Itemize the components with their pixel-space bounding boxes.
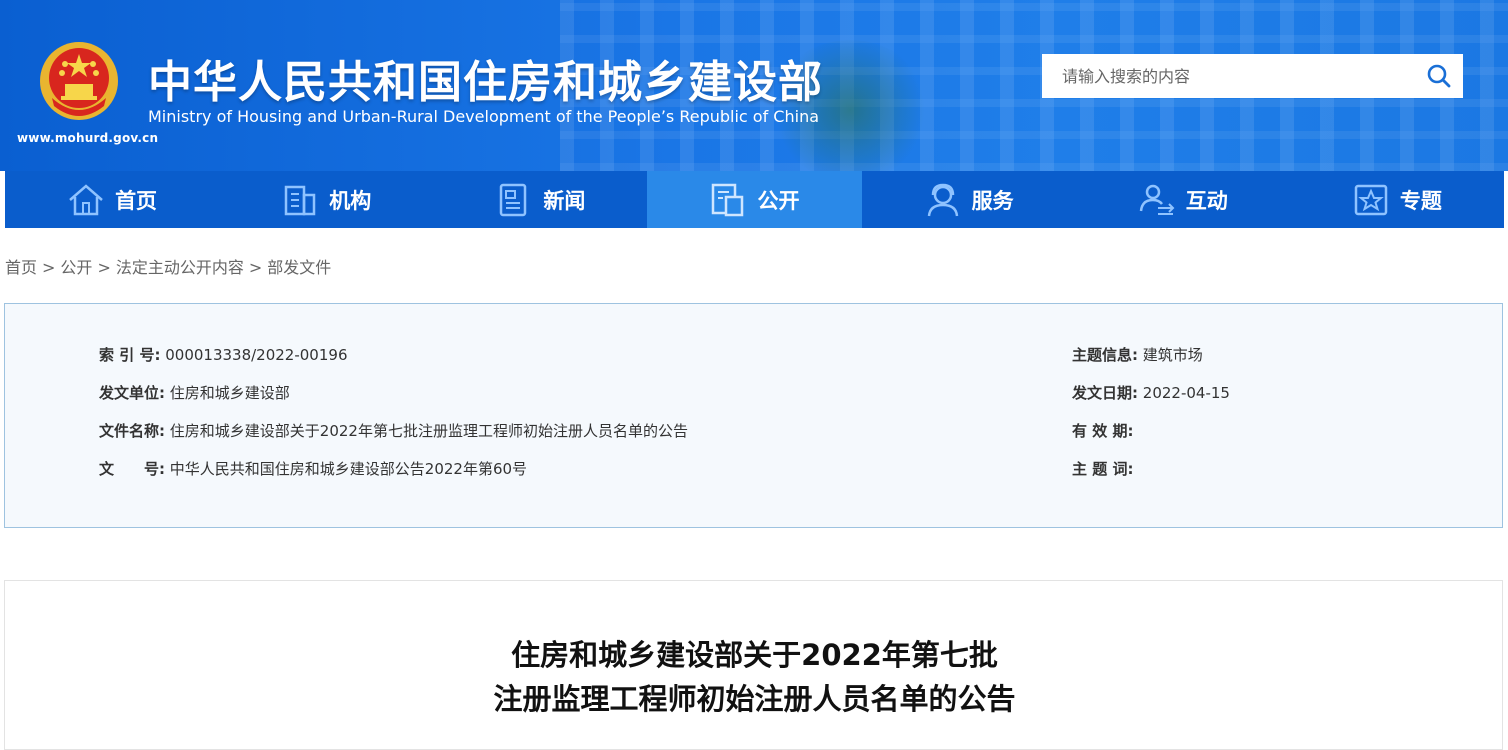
building-icon xyxy=(284,185,316,215)
document-info-box: 索 引 号: 000013338/2022-00196 发文单位: 住房和城乡建… xyxy=(4,303,1503,528)
info-label: 主题信息: xyxy=(1072,346,1138,364)
document-icon xyxy=(712,183,744,216)
info-label: 有 效 期: xyxy=(1072,422,1134,440)
info-label: 文 号: xyxy=(99,460,165,478)
breadcrumb: 首页 > 公开 > 法定主动公开内容 > 部发文件 xyxy=(5,254,331,278)
nav-item-organization[interactable]: 机构 xyxy=(219,171,433,228)
info-label: 文件名称: xyxy=(99,422,165,440)
info-value: 中华人民共和国住房和城乡建设部公告2022年第60号 xyxy=(169,460,528,478)
info-issue-date: 发文日期: 2022-04-15 xyxy=(1072,382,1230,403)
info-value: 住房和城乡建设部关于2022年第七批注册监理工程师初始注册人员名单的公告 xyxy=(169,422,688,440)
info-label: 发文单位: xyxy=(99,384,165,402)
nav-item-service[interactable]: 服务 xyxy=(862,171,1076,228)
breadcrumb-statutory-content[interactable]: 法定主动公开内容 xyxy=(116,258,244,277)
search-icon[interactable] xyxy=(1425,62,1453,90)
info-keywords: 主 题 词: xyxy=(1072,458,1133,479)
nav-label-service: 服务 xyxy=(971,188,1014,213)
interaction-icon xyxy=(1139,184,1175,215)
site-header: www.mohurd.gov.cn 中华人民共和国住房和城乡建设部 Minist… xyxy=(0,0,1508,171)
info-document-number: 文 号: 中华人民共和国住房和城乡建设部公告2022年第60号 xyxy=(99,458,527,479)
news-icon xyxy=(500,183,527,216)
info-label: 发文日期: xyxy=(1072,384,1138,402)
article-title-line: 住房和城乡建设部关于2022年第七批 xyxy=(511,638,998,672)
nav-label-special: 专题 xyxy=(1399,188,1442,213)
nav-item-home[interactable]: 首页 xyxy=(5,171,219,228)
info-validity: 有 效 期: xyxy=(1072,420,1133,441)
info-subject: 主题信息: 建筑市场 xyxy=(1072,344,1203,365)
home-icon xyxy=(69,183,103,215)
service-icon xyxy=(927,183,958,216)
nav-item-news[interactable]: 新闻 xyxy=(433,171,647,228)
main-nav: 首页 机构 新闻 公开 服务 互动 专题 xyxy=(5,171,1504,228)
site-title-english: Ministry of Housing and Urban-Rural Deve… xyxy=(148,107,820,126)
nav-label-home: 首页 xyxy=(115,188,158,213)
breadcrumb-separator: > xyxy=(42,258,56,277)
star-icon xyxy=(1354,184,1388,215)
site-title-chinese: 中华人民共和国住房和城乡建设部 xyxy=(148,57,823,108)
site-url: www.mohurd.gov.cn xyxy=(17,131,159,145)
article-container: 住房和城乡建设部关于2022年第七批 注册监理工程师初始注册人员名单的公告 xyxy=(4,580,1503,750)
nav-item-special[interactable]: 专题 xyxy=(1290,171,1504,228)
nav-label-organization: 机构 xyxy=(329,188,372,213)
national-emblem-icon xyxy=(40,42,118,120)
nav-item-interaction[interactable]: 互动 xyxy=(1076,171,1290,228)
info-value: 住房和城乡建设部 xyxy=(169,384,290,402)
breadcrumb-separator: > xyxy=(97,258,111,277)
breadcrumb-home[interactable]: 首页 xyxy=(5,258,37,277)
info-filename: 文件名称: 住房和城乡建设部关于2022年第七批注册监理工程师初始注册人员名单的… xyxy=(99,420,688,441)
search-box xyxy=(1042,54,1463,98)
search-input[interactable] xyxy=(1042,54,1422,98)
info-issuer: 发文单位: 住房和城乡建设部 xyxy=(99,382,290,403)
info-index-number: 索 引 号: 000013338/2022-00196 xyxy=(99,344,347,365)
breadcrumb-ministry-documents[interactable]: 部发文件 xyxy=(267,258,331,277)
breadcrumb-public[interactable]: 公开 xyxy=(60,258,92,277)
nav-label-interaction: 互动 xyxy=(1185,188,1228,213)
info-label: 索 引 号: xyxy=(99,346,161,364)
info-value: 建筑市场 xyxy=(1142,346,1203,364)
info-value: 2022-04-15 xyxy=(1142,384,1230,402)
info-value: 000013338/2022-00196 xyxy=(165,346,348,364)
article-title-line: 注册监理工程师初始注册人员名单的公告 xyxy=(493,682,1016,716)
breadcrumb-separator: > xyxy=(248,258,263,277)
article-title: 住房和城乡建设部关于2022年第七批 注册监理工程师初始注册人员名单的公告 xyxy=(5,633,1504,721)
info-label: 主 题 词: xyxy=(1072,460,1134,478)
nav-item-public[interactable]: 公开 xyxy=(647,171,862,228)
nav-label-public: 公开 xyxy=(757,188,800,213)
nav-label-news: 新闻 xyxy=(543,188,586,213)
